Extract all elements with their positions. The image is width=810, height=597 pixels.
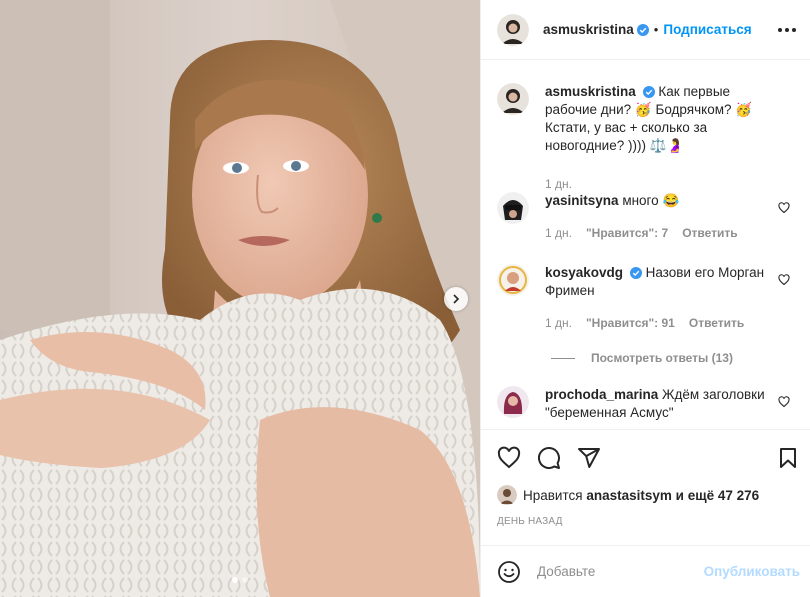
caption-username[interactable]: asmuskristina — [545, 84, 636, 99]
likes-text: Нравится anastasitsym и ещё 47 276 — [523, 488, 759, 503]
like-button[interactable] — [497, 446, 521, 470]
view-replies-button[interactable]: Посмотреть ответы (13) — [551, 351, 733, 365]
post-side-panel: asmuskristina • Подписаться asmuskristin… — [480, 0, 810, 597]
liker-username[interactable]: anastasitsym — [586, 488, 672, 503]
comment-heart-icon[interactable] — [778, 396, 790, 408]
comment-item: prochoda_marina Ждём заголовки "беременн… — [497, 386, 800, 422]
caption-age: 1 дн. — [545, 177, 572, 191]
add-comment-bar: Опубликовать — [481, 545, 810, 597]
carousel-dot — [242, 577, 248, 583]
comment-age: 1 дн. — [545, 226, 572, 240]
post-date[interactable]: ДЕНЬ НАЗАД — [497, 516, 563, 527]
verified-badge-icon — [636, 23, 649, 36]
replies-divider-line — [551, 357, 575, 359]
post-actions-bar — [481, 429, 810, 485]
liker-avatar — [497, 485, 517, 505]
comment-username[interactable]: prochoda_marina — [545, 387, 658, 402]
verified-badge-icon — [629, 267, 642, 279]
commenter-avatar[interactable] — [497, 192, 529, 224]
comment-username[interactable]: kosyakovdg — [545, 265, 623, 280]
author-username[interactable]: asmuskristina — [543, 22, 634, 37]
woman-in-sweater-photo — [0, 0, 480, 597]
commenter-avatar[interactable] — [497, 386, 529, 418]
likes-summary[interactable]: Нравится anastasitsym и ещё 47 276 — [497, 485, 800, 505]
comment-username[interactable]: yasinitsyna — [545, 193, 619, 208]
author-avatar[interactable] — [497, 83, 529, 115]
save-button[interactable] — [776, 446, 800, 470]
commenter-avatar[interactable] — [497, 264, 529, 296]
post-header: asmuskristina • Подписаться — [481, 0, 810, 60]
likes-count[interactable]: и ещё 47 276 — [676, 488, 760, 503]
more-options-icon[interactable] — [778, 22, 796, 38]
comment-likes-count[interactable]: "Нравится": 7 — [586, 224, 668, 242]
reply-button[interactable]: Ответить — [682, 224, 737, 242]
follow-button[interactable]: Подписаться — [663, 22, 751, 37]
smiley-icon[interactable] — [497, 560, 521, 584]
chevron-right-icon — [453, 294, 460, 304]
likes-prefix: Нравится — [523, 487, 583, 503]
post-photo[interactable] — [0, 0, 480, 597]
author-avatar[interactable] — [497, 13, 529, 46]
comment-input[interactable] — [535, 563, 689, 580]
carousel-next-button[interactable] — [444, 287, 468, 311]
verified-badge-icon — [642, 86, 655, 98]
publish-button[interactable]: Опубликовать — [704, 564, 800, 579]
reply-button[interactable]: Ответить — [689, 314, 744, 332]
comment-text: много 😂 — [622, 193, 680, 208]
comments-list[interactable]: asmuskristina Как первые рабочие дни? 🥳 … — [481, 61, 810, 429]
comment-age: 1 дн. — [545, 316, 572, 330]
carousel-indicator — [0, 577, 480, 583]
bookmark-icon — [780, 447, 796, 468]
caption-comment: asmuskristina Как первые рабочие дни? 🥳 … — [497, 83, 800, 193]
comment-button[interactable] — [537, 446, 561, 470]
comment-item: yasinitsyna много 😂 1 дн. "Нравится": 7 … — [497, 192, 800, 242]
share-icon — [578, 447, 600, 468]
instagram-post: asmuskristina • Подписаться asmuskristin… — [0, 0, 810, 597]
separator-dot: • — [653, 22, 659, 37]
comment-heart-icon[interactable] — [778, 202, 790, 214]
comment-likes-count[interactable]: "Нравится": 91 — [586, 314, 675, 332]
heart-icon — [497, 446, 521, 468]
carousel-dot-active — [232, 577, 238, 583]
view-replies-label: Посмотреть ответы (13) — [591, 351, 733, 365]
comment-heart-icon[interactable] — [778, 274, 790, 286]
comment-item: kosyakovdg Назови его Морган Фримен 1 дн… — [497, 264, 800, 332]
comment-icon — [538, 446, 560, 469]
share-button[interactable] — [577, 446, 601, 470]
